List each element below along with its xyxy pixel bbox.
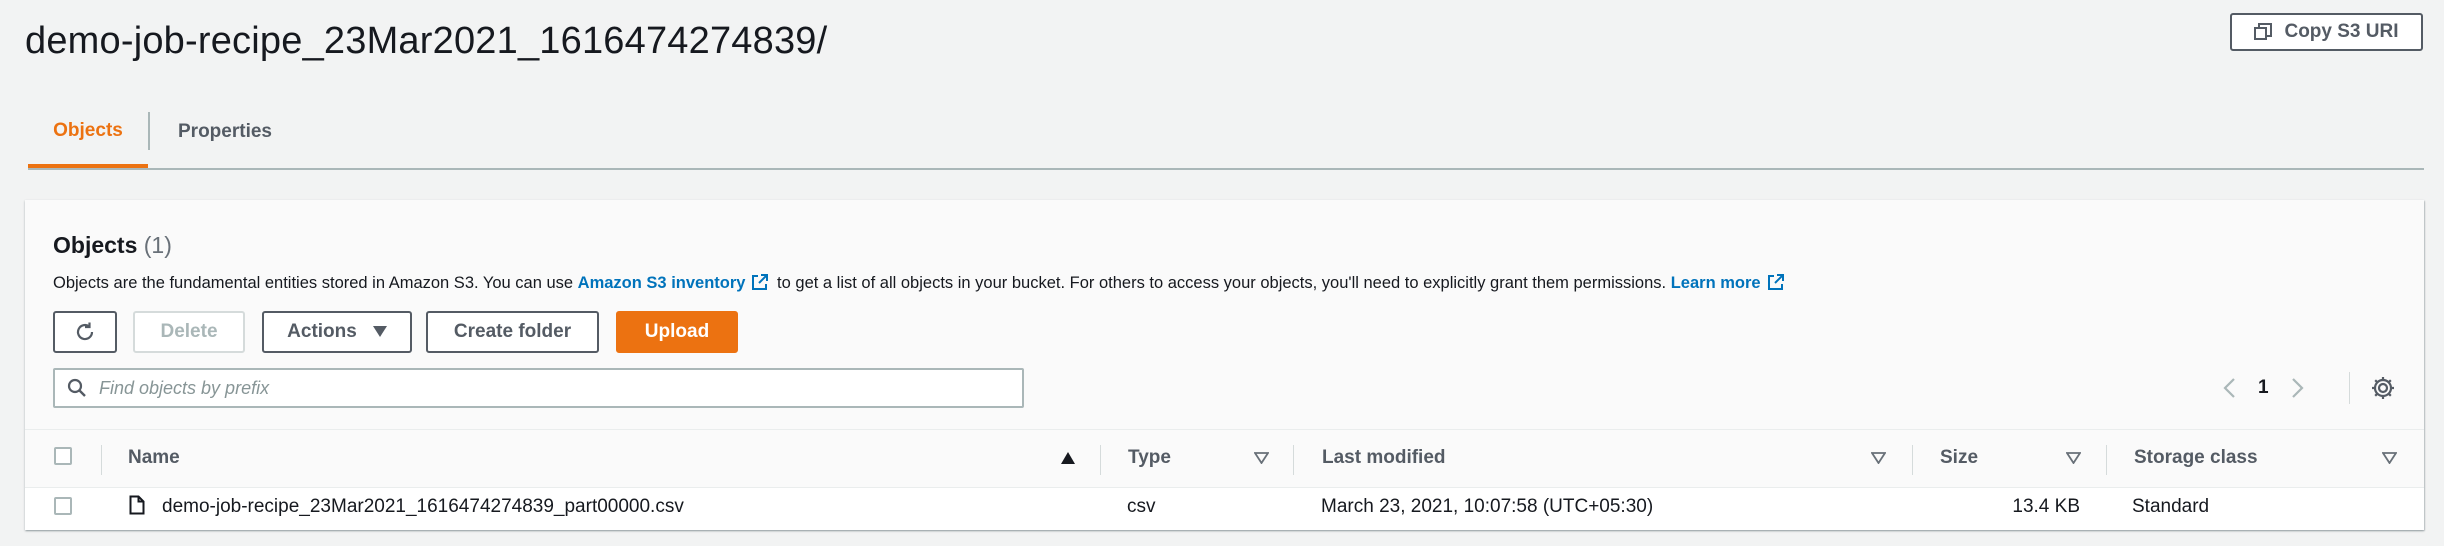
column-header-type[interactable]: Type: [1128, 447, 1171, 469]
refresh-button[interactable]: [53, 311, 117, 353]
table-header: [25, 430, 2424, 488]
tab-divider: [148, 112, 150, 150]
column-header-storage-class[interactable]: Storage class: [2134, 447, 2258, 469]
pager-divider: [2349, 372, 2350, 404]
object-last-modified: March 23, 2021, 10:07:58 (UTC+05:30): [1321, 496, 1654, 517]
current-page-number[interactable]: 1: [2258, 377, 2269, 399]
row-checkbox[interactable]: [54, 497, 72, 515]
objects-title-text: Objects: [53, 232, 138, 258]
actions-dropdown-button[interactable]: Actions: [262, 311, 412, 353]
column-divider: [1912, 445, 1913, 475]
refresh-icon: [76, 322, 94, 341]
sort-ascending-icon[interactable]: [1060, 451, 1076, 465]
description-text-1: Objects are the fundamental entities sto…: [53, 274, 578, 292]
description-text-2: to get a list of all objects in your buc…: [772, 274, 1671, 292]
column-header-last-modified[interactable]: Last modified: [1322, 447, 1446, 469]
delete-button[interactable]: Delete: [133, 311, 245, 353]
object-type: csv: [1127, 496, 1156, 517]
pagination: 1: [2222, 370, 2305, 406]
tab-properties[interactable]: Properties: [160, 100, 290, 164]
object-size: 13.4 KB: [2012, 496, 2080, 517]
gear-icon[interactable]: [2368, 373, 2398, 403]
create-folder-button[interactable]: Create folder: [426, 311, 599, 353]
sort-icon[interactable]: [1254, 452, 1269, 464]
copy-s3-uri-button[interactable]: Copy S3 URI: [2230, 13, 2423, 51]
column-divider: [2106, 445, 2107, 475]
search-box: [53, 368, 1024, 408]
search-icon: [67, 378, 86, 397]
file-icon: [129, 495, 145, 515]
column-divider: [101, 445, 102, 475]
upload-button[interactable]: Upload: [616, 311, 738, 353]
search-input[interactable]: [99, 377, 999, 399]
column-header-name[interactable]: Name: [128, 447, 180, 469]
caret-down-icon: [372, 326, 387, 337]
learn-more-link[interactable]: Learn more: [1671, 274, 1761, 292]
tabs-divider: [28, 168, 2424, 170]
copy-s3-uri-label: Copy S3 URI: [2284, 21, 2399, 42]
objects-description: Objects are the fundamental entities sto…: [53, 274, 1788, 293]
page-title: demo-job-recipe_23Mar2021_1616474274839/: [25, 20, 828, 62]
select-all-checkbox[interactable]: [54, 447, 72, 465]
column-header-size[interactable]: Size: [1940, 447, 1978, 469]
objects-count: (1): [143, 232, 172, 258]
external-link-icon: [1767, 274, 1784, 290]
sort-icon[interactable]: [2382, 452, 2397, 464]
objects-panel-title: Objects (1): [53, 232, 172, 259]
column-divider: [1293, 445, 1294, 475]
tab-objects[interactable]: Objects: [28, 98, 148, 168]
actions-label: Actions: [287, 321, 357, 342]
copy-icon: [2254, 23, 2273, 40]
sort-icon[interactable]: [2066, 452, 2081, 464]
next-page-icon[interactable]: [2291, 377, 2305, 399]
column-divider: [1100, 445, 1101, 475]
s3-inventory-link[interactable]: Amazon S3 inventory: [578, 274, 746, 292]
previous-page-icon[interactable]: [2222, 377, 2236, 399]
object-storage-class: Standard: [2132, 496, 2210, 517]
external-link-icon: [752, 274, 769, 290]
object-name-link[interactable]: demo-job-recipe_23Mar2021_1616474274839_…: [162, 496, 684, 518]
sort-icon[interactable]: [1871, 452, 1886, 464]
